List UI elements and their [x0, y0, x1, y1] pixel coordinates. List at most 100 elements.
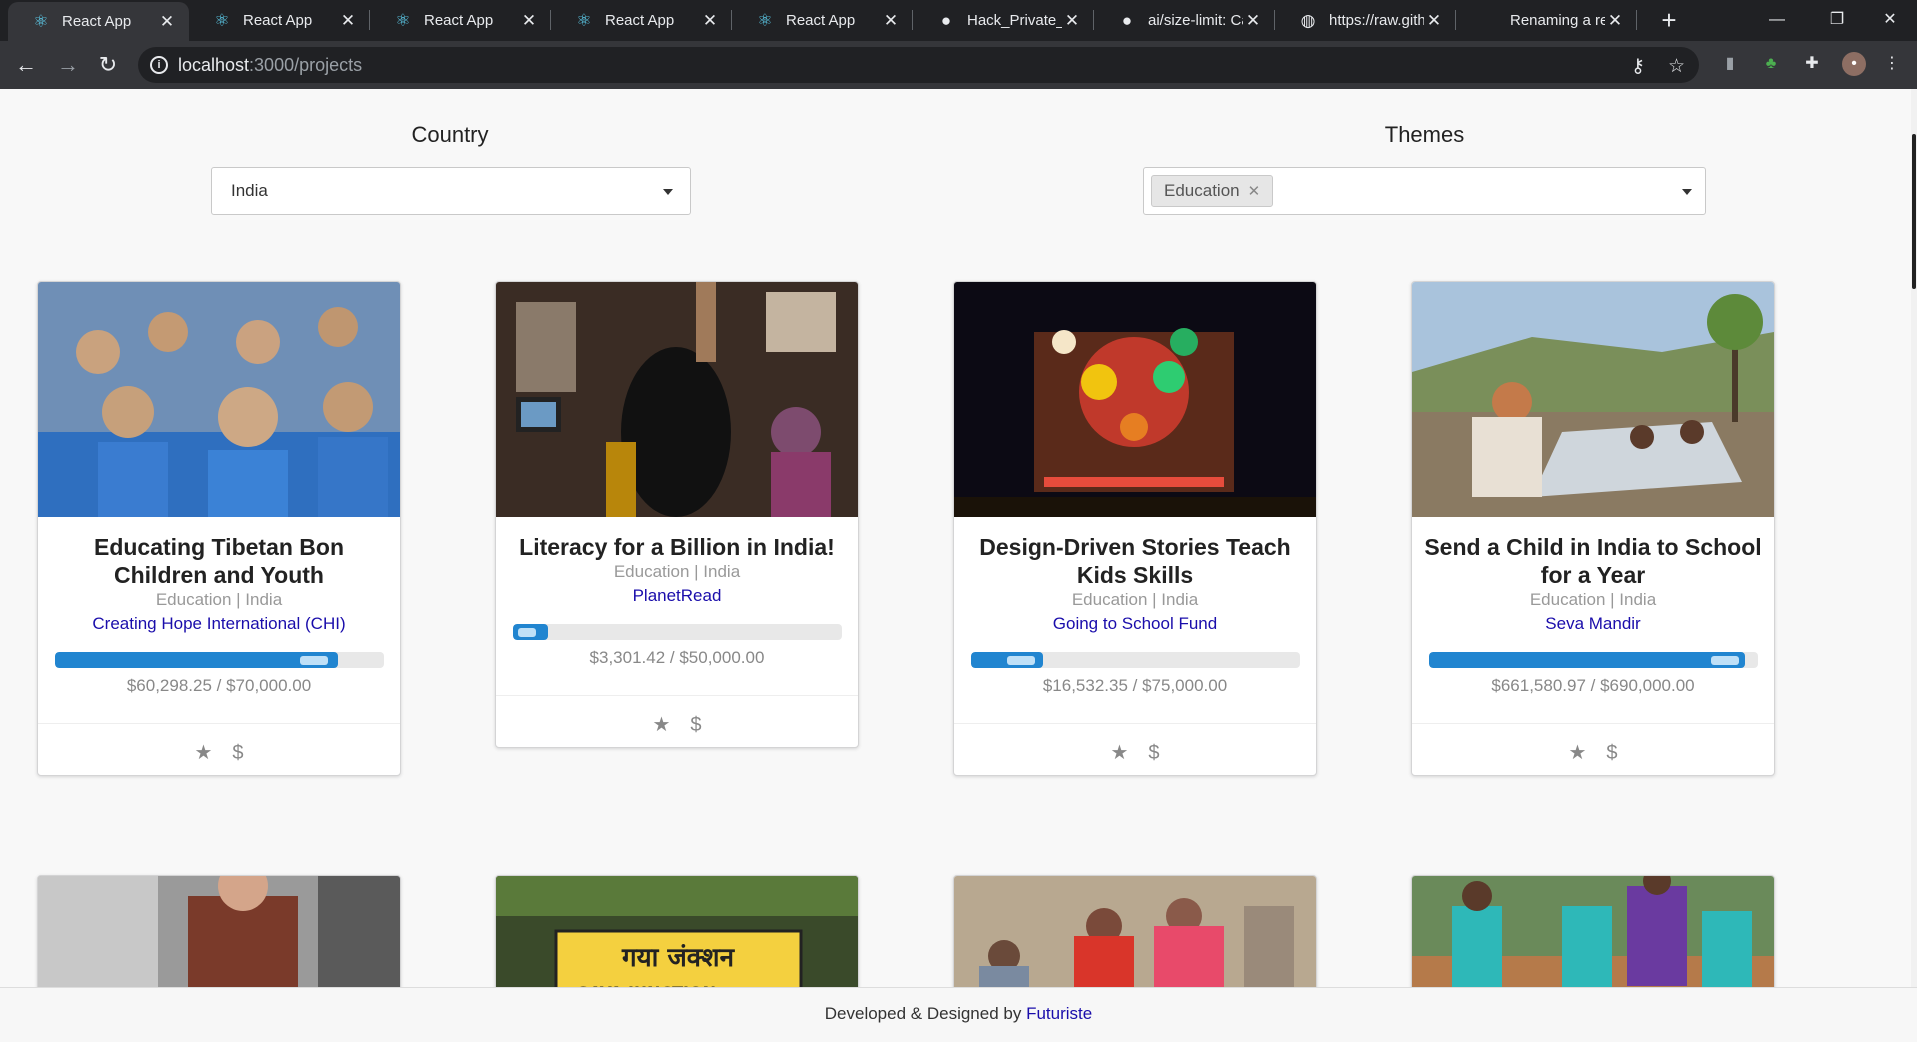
window-close-icon[interactable]: ✕ [1863, 0, 1917, 41]
project-meta: Education | India [1529, 590, 1657, 609]
organization-link[interactable]: Seva Mandir [1422, 614, 1764, 634]
back-icon[interactable]: ← [12, 51, 40, 79]
close-icon[interactable]: ✕ [1605, 11, 1625, 31]
themes-select[interactable]: Education ✕ [1143, 167, 1706, 215]
project-title[interactable]: Design-Driven Stories Teach Kids Skills [964, 533, 1306, 589]
close-icon[interactable]: ✕ [519, 11, 539, 31]
tab-title: React App [786, 12, 856, 29]
tree-extension-icon[interactable]: ♣ [1759, 52, 1783, 76]
star-icon[interactable]: ★ [194, 740, 212, 765]
tab-title: React App [424, 12, 494, 29]
tab-title: Hack_Private_re [967, 12, 1062, 29]
github-icon: ● [940, 10, 952, 30]
react-icon: ⚛ [757, 10, 773, 30]
browser-tab[interactable]: ⚛ React App ✕ [189, 0, 370, 41]
tab-title: https://raw.gith [1329, 12, 1424, 29]
project-title[interactable]: Literacy for a Billion in India! [506, 533, 848, 561]
blank-favicon [1480, 12, 1498, 30]
project-card[interactable]: Design-Driven Stories Teach Kids Skills … [953, 281, 1317, 776]
organization-link[interactable]: PlanetRead [506, 586, 848, 606]
card-divider [496, 695, 858, 696]
country-value: India [231, 181, 268, 200]
close-icon[interactable]: ✕ [1424, 11, 1444, 31]
address-bar[interactable]: i localhost:3000/projects ⚷ ☆ [138, 47, 1699, 83]
project-card[interactable]: Send a Child in India to School for a Ye… [1411, 281, 1775, 776]
donate-dollar-icon[interactable]: $ [1606, 742, 1617, 765]
funding-amount: $60,298.25 / $70,000.00 [126, 676, 312, 695]
funding-progress-bar [971, 652, 1300, 668]
country-select[interactable]: India [211, 167, 691, 215]
progress-fill [55, 652, 338, 668]
extension-icon[interactable]: ▮ [1718, 52, 1742, 76]
project-title[interactable]: Educating Tibetan Bon Children and Youth [48, 533, 390, 589]
tab-title: React App [605, 12, 675, 29]
minimize-icon[interactable]: — [1747, 0, 1807, 41]
restore-icon[interactable]: ❐ [1807, 0, 1867, 41]
organization-link[interactable]: Creating Hope International (CHI) [48, 614, 390, 634]
puzzle-icon[interactable]: ✚ [1800, 52, 1824, 76]
close-icon[interactable]: ✕ [1243, 11, 1263, 31]
star-icon[interactable]: ☆ [1668, 55, 1685, 78]
browser-tab[interactable]: ● Hack_Private_re ✕ [913, 0, 1094, 41]
globe-icon: ◍ [1300, 10, 1316, 30]
project-card[interactable]: Educating Tibetan Bon Children and Youth… [37, 281, 401, 776]
star-icon[interactable]: ★ [1110, 740, 1128, 765]
funding-progress-bar [55, 652, 384, 668]
close-icon[interactable]: ✕ [157, 12, 177, 32]
scrollbar-thumb[interactable] [1912, 134, 1916, 289]
key-icon[interactable]: ⚷ [1631, 55, 1645, 78]
browser-tab[interactable]: Renaming a rep ✕ [1456, 0, 1637, 41]
project-card[interactable]: Literacy for a Billion in India! Educati… [495, 281, 859, 748]
close-icon[interactable]: ✕ [338, 11, 358, 31]
reload-icon[interactable]: ↻ [94, 51, 122, 79]
footer-text: Developed & Designed by [824, 1004, 1022, 1023]
close-icon[interactable]: ✕ [1062, 11, 1082, 31]
donate-dollar-icon[interactable]: $ [1148, 742, 1159, 765]
browser-tab[interactable]: ⚛ React App ✕ [551, 0, 732, 41]
funding-progress-bar [513, 624, 842, 640]
star-icon[interactable]: ★ [652, 712, 670, 737]
github-icon: ● [1121, 10, 1133, 30]
close-icon[interactable]: ✕ [881, 11, 901, 31]
progress-label [518, 628, 536, 637]
react-icon: ⚛ [576, 10, 592, 30]
browser-tab[interactable]: ⚛ React App ✕ [732, 0, 913, 41]
card-actions: ★ $ [38, 740, 400, 765]
organization-link[interactable]: Going to School Fund [964, 614, 1306, 634]
progress-label [1711, 656, 1739, 665]
browser-tab[interactable]: ● ai/size-limit: Ca ✕ [1094, 0, 1275, 41]
donate-dollar-icon[interactable]: $ [690, 714, 701, 737]
card-actions: ★ $ [496, 712, 858, 737]
page-scrollbar[interactable] [1911, 89, 1917, 1042]
project-title[interactable]: Send a Child in India to School for a Ye… [1422, 533, 1764, 589]
project-meta: Education | India [155, 590, 283, 609]
browser-tab[interactable]: ⚛ React App ✕ [370, 0, 551, 41]
page-content: Country India Themes Education ✕ Educati… [0, 89, 1917, 1042]
project-image [954, 282, 1316, 517]
url-text[interactable]: localhost:3000/projects [178, 55, 362, 76]
country-label: Country [411, 122, 489, 147]
project-meta: Education | India [613, 562, 741, 581]
progress-label [300, 656, 328, 665]
forward-icon[interactable]: → [54, 51, 82, 79]
theme-chip: Education ✕ [1151, 175, 1274, 207]
donate-dollar-icon[interactable]: $ [232, 742, 243, 765]
project-meta: Education | India [1071, 590, 1199, 609]
footer-brand-link[interactable]: Futuriste [1026, 1004, 1092, 1023]
remove-chip-icon[interactable]: ✕ [1248, 182, 1261, 200]
project-image [1412, 282, 1774, 517]
browser-tab[interactable]: ⚛ React App ✕ [8, 2, 189, 41]
avatar[interactable]: • [1842, 52, 1866, 76]
theme-chip-label: Education [1164, 181, 1240, 200]
react-icon: ⚛ [395, 10, 411, 30]
themes-label: Themes [1384, 122, 1465, 147]
card-actions: ★ $ [954, 740, 1316, 765]
star-icon[interactable]: ★ [1568, 740, 1586, 765]
new-tab-button[interactable]: + [1655, 6, 1683, 34]
page-footer: Developed & Designed by Futuriste [0, 987, 1917, 1042]
browser-tab[interactable]: ◍ https://raw.gith ✕ [1275, 0, 1456, 41]
info-icon[interactable]: i [150, 56, 168, 74]
card-divider [954, 723, 1316, 724]
menu-icon[interactable]: ⋮ [1880, 52, 1904, 76]
close-icon[interactable]: ✕ [700, 11, 720, 31]
